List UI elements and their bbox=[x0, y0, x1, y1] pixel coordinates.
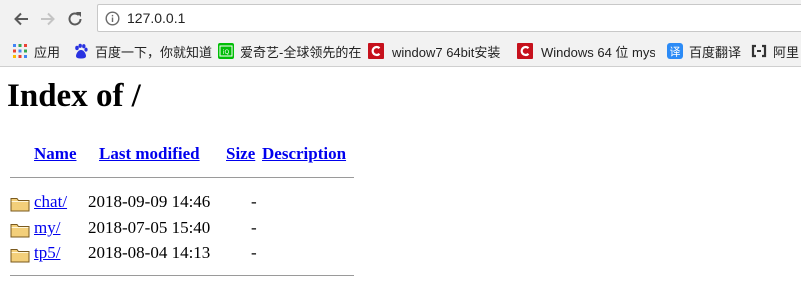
bookmarks-bar: 应用 百度一下，你就知道 iQ 爱奇艺-全球领先的在 window7 64bit… bbox=[0, 36, 801, 67]
entry-modified: 2018-09-09 14:46 bbox=[88, 192, 211, 211]
baidu-paw-icon bbox=[73, 43, 89, 59]
description-column-header[interactable]: Description bbox=[262, 144, 346, 164]
bookmark-iqiyi[interactable]: iQ 爱奇艺-全球领先的在 bbox=[218, 42, 374, 60]
entry-link-tp5[interactable]: tp5/ bbox=[34, 243, 60, 263]
bookmark-baidu[interactable]: 百度一下，你就知道 bbox=[73, 42, 212, 60]
baidu-translate-icon: 译 bbox=[667, 43, 683, 59]
bookmark-label: 爱奇艺-全球领先的在 bbox=[240, 44, 362, 60]
entry-link-chat[interactable]: chat/ bbox=[34, 192, 67, 212]
bookmark-label: 百度翻译 bbox=[689, 44, 742, 60]
entry-modified: 2018-07-05 15:40 bbox=[88, 218, 211, 237]
bookmark-label: Windows 64 位 mys bbox=[541, 44, 655, 60]
size-column-header[interactable]: Size bbox=[226, 144, 255, 164]
bookmark-label: window7 64bit安装 bbox=[392, 44, 501, 60]
iqiyi-icon: iQ bbox=[218, 43, 234, 59]
bookmark-windows64[interactable]: Windows 64 位 mys bbox=[517, 42, 655, 60]
bookmark-label: 百度一下，你就知道 bbox=[95, 44, 213, 60]
page-title: Index of / bbox=[7, 78, 141, 114]
reload-button[interactable] bbox=[64, 8, 86, 30]
svg-text:译: 译 bbox=[670, 46, 681, 59]
browser-toolbar: 127.0.0.1 bbox=[0, 0, 801, 36]
bookmark-aliyun[interactable]: 阿里 bbox=[751, 42, 799, 60]
entry-size: - bbox=[251, 243, 257, 262]
reload-icon bbox=[68, 12, 82, 26]
address-bar[interactable]: 127.0.0.1 bbox=[97, 4, 801, 32]
entry-size: - bbox=[251, 192, 257, 211]
bookmark-label: 阿里 bbox=[773, 44, 800, 60]
entry-modified: 2018-08-04 14:13 bbox=[88, 243, 211, 262]
aliyun-icon bbox=[751, 43, 767, 59]
bookmark-label: 应用 bbox=[34, 44, 61, 60]
last-modified-column-header[interactable]: Last modified bbox=[99, 144, 200, 164]
entry-link-my[interactable]: my/ bbox=[34, 218, 60, 238]
bookmark-baidu-translate[interactable]: 译 百度翻译 bbox=[667, 42, 741, 60]
arrow-left-icon bbox=[14, 12, 28, 26]
name-column-header[interactable]: Name bbox=[34, 144, 76, 164]
apps-grid-icon bbox=[12, 43, 28, 59]
folder-icon bbox=[10, 224, 30, 238]
arrow-right-icon bbox=[41, 12, 55, 26]
entry-size: - bbox=[251, 218, 257, 237]
bookmark-apps[interactable]: 应用 bbox=[12, 42, 60, 60]
url-text[interactable]: 127.0.0.1 bbox=[127, 10, 185, 26]
footer-divider bbox=[10, 275, 354, 276]
folder-icon bbox=[10, 249, 30, 263]
header-divider bbox=[10, 177, 354, 178]
red-c-icon bbox=[368, 43, 384, 59]
bookmark-window7[interactable]: window7 64bit安装 bbox=[368, 42, 508, 60]
red-c-icon bbox=[517, 43, 533, 59]
info-icon[interactable] bbox=[104, 10, 120, 26]
svg-text:iQ: iQ bbox=[223, 49, 230, 56]
back-button[interactable] bbox=[10, 8, 32, 30]
folder-icon bbox=[10, 198, 30, 212]
forward-button[interactable] bbox=[37, 8, 59, 30]
